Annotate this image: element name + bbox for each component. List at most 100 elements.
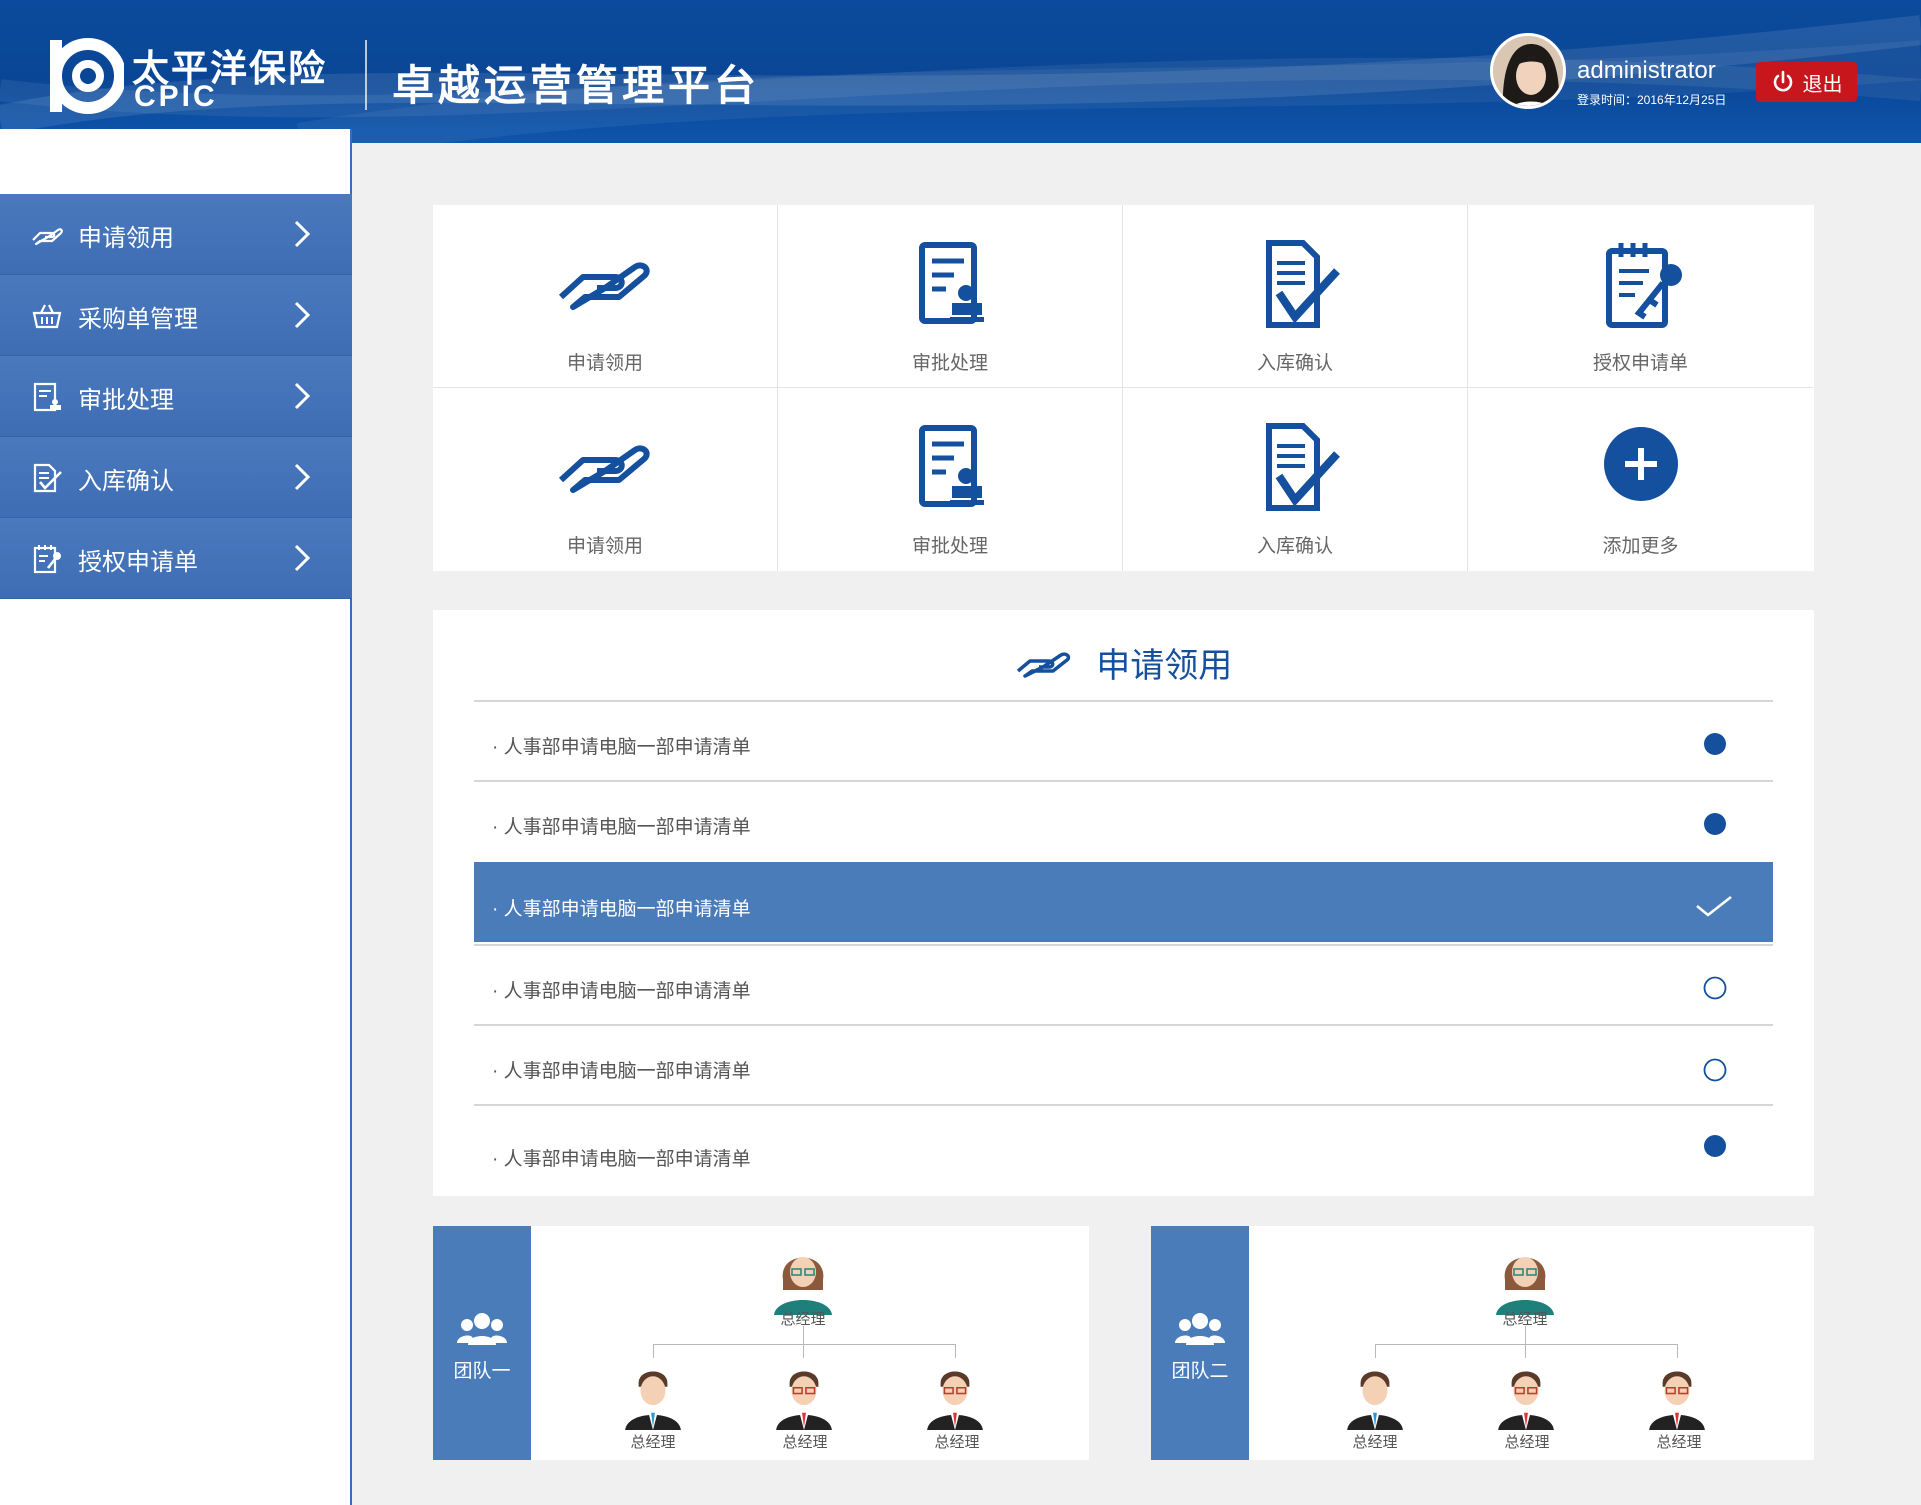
logout-button[interactable]: 退出 bbox=[1756, 62, 1857, 102]
quick-item-add-more[interactable]: 添加更多 bbox=[1468, 388, 1813, 571]
chevron-right-icon bbox=[294, 463, 311, 491]
list-item-selected[interactable]: · 人事部申请电脑一部申请清单 bbox=[474, 862, 1773, 942]
quick-item-label: 申请领用 bbox=[566, 536, 643, 557]
platform-title: 卓越运营管理平台 bbox=[392, 62, 761, 109]
approval-icon bbox=[919, 242, 984, 324]
quick-item-stock-in[interactable]: 入库确认 bbox=[1123, 205, 1468, 388]
chevron-right-icon bbox=[294, 382, 311, 410]
quick-item-apply-2[interactable]: 申请领用 bbox=[433, 388, 778, 571]
quick-item-approval[interactable]: 审批处理 bbox=[778, 205, 1123, 388]
hand-icon bbox=[1016, 651, 1070, 678]
org-connector bbox=[1525, 1326, 1526, 1344]
male-staff-avatar bbox=[776, 1371, 832, 1430]
list-item-text: · 人事部申请电脑一部申请清单 bbox=[492, 817, 751, 838]
chevron-right-icon bbox=[294, 220, 311, 248]
quick-item-approval-2[interactable]: 审批处理 bbox=[778, 388, 1123, 571]
org-connector bbox=[1677, 1344, 1678, 1358]
approval-icon bbox=[33, 382, 61, 412]
male-staff-avatar bbox=[927, 1371, 983, 1430]
staff-label: 总经理 bbox=[1656, 1434, 1702, 1451]
org-connector bbox=[1375, 1344, 1677, 1345]
checkmark-icon bbox=[1696, 895, 1732, 917]
status-empty-circle-icon bbox=[1703, 976, 1727, 1000]
list-item[interactable]: · 人事部申请电脑一部申请清单 bbox=[474, 780, 1773, 860]
hand-icon bbox=[558, 262, 650, 310]
staff-label: 总经理 bbox=[1504, 1434, 1550, 1451]
team-label-panel: 团队一 bbox=[433, 1226, 531, 1460]
list-title: 申请领用 bbox=[433, 638, 1814, 687]
sidebar-item-label: 入库确认 bbox=[78, 468, 174, 495]
status-filled-dot-icon bbox=[1704, 813, 1726, 835]
user-avatar[interactable] bbox=[1490, 33, 1566, 109]
team-card-2[interactable]: 团队二 总经理 总经理 总经理 总经理 bbox=[1151, 1226, 1814, 1460]
quick-item-label: 授权申请单 bbox=[1592, 353, 1688, 374]
list-title-label: 申请领用 bbox=[1096, 647, 1233, 685]
male-staff-avatar bbox=[1498, 1371, 1554, 1430]
hand-icon bbox=[32, 228, 63, 246]
sidebar-item-stock-in[interactable]: 入库确认 bbox=[0, 437, 352, 518]
female-manager-avatar bbox=[774, 1257, 832, 1315]
approval-icon bbox=[919, 425, 984, 507]
org-connector bbox=[803, 1326, 804, 1344]
notepad-key-icon bbox=[33, 545, 61, 574]
quick-access-grid: 申请领用 审批处理 入库确认 授权申请单 申请领用 审批处理 入库确认 添加更多 bbox=[433, 205, 1814, 571]
sidebar-item-purchase[interactable]: 采购单管理 bbox=[0, 275, 352, 356]
quick-item-label: 申请领用 bbox=[566, 353, 643, 374]
sidebar-item-label: 审批处理 bbox=[78, 387, 174, 414]
quick-item-label: 审批处理 bbox=[911, 536, 988, 557]
status-filled-dot-icon bbox=[1704, 1135, 1726, 1157]
sidebar-menu: 申请领用 采购单管理 审批处理 入库确认 授权申请单 bbox=[0, 194, 352, 599]
hand-icon bbox=[558, 445, 650, 493]
power-icon bbox=[1773, 70, 1792, 92]
list-item-text: · 人事部申请电脑一部申请清单 bbox=[492, 1061, 751, 1082]
quick-item-label: 入库确认 bbox=[1256, 353, 1333, 374]
quick-item-label: 入库确认 bbox=[1256, 536, 1333, 557]
login-time: 登录时间：2016年12月25日 bbox=[1577, 93, 1727, 107]
sidebar-item-label: 采购单管理 bbox=[78, 306, 198, 333]
female-manager-avatar bbox=[1496, 1257, 1554, 1315]
status-empty-circle-icon bbox=[1703, 1058, 1727, 1082]
org-connector bbox=[653, 1344, 955, 1345]
quick-item-stock-in-2[interactable]: 入库确认 bbox=[1123, 388, 1468, 571]
list-item[interactable]: · 人事部申请电脑一部申请清单 bbox=[474, 700, 1773, 780]
org-connector bbox=[1525, 1344, 1526, 1358]
list-item[interactable]: · 人事部申请电脑一部申请清单 bbox=[474, 1104, 1773, 1196]
sidebar-item-authorization[interactable]: 授权申请单 bbox=[0, 518, 352, 599]
male-staff-avatar bbox=[1347, 1371, 1403, 1430]
cpic-logo bbox=[50, 38, 124, 114]
document-check-icon bbox=[1266, 423, 1340, 511]
sidebar-item-label: 申请领用 bbox=[78, 225, 174, 252]
quick-item-authorization[interactable]: 授权申请单 bbox=[1468, 205, 1813, 388]
header-divider bbox=[365, 40, 367, 110]
male-staff-avatar bbox=[1649, 1371, 1705, 1430]
list-item-text: · 人事部申请电脑一部申请清单 bbox=[492, 899, 751, 920]
org-connector bbox=[955, 1344, 956, 1358]
quick-item-apply[interactable]: 申请领用 bbox=[433, 205, 778, 388]
header: 太平洋保险 CPIC 卓越运营管理平台 administrator 登录时间：2… bbox=[0, 0, 1921, 143]
list-item[interactable]: · 人事部申请电脑一部申请清单 bbox=[474, 1024, 1773, 1104]
chevron-right-icon bbox=[294, 301, 311, 329]
quick-item-label: 添加更多 bbox=[1602, 536, 1679, 557]
staff-label: 总经理 bbox=[630, 1434, 676, 1451]
notepad-key-icon bbox=[1605, 243, 1682, 328]
sidebar-item-approval[interactable]: 审批处理 bbox=[0, 356, 352, 437]
plus-circle-icon bbox=[1603, 427, 1678, 501]
team-name: 团队二 bbox=[1171, 1361, 1229, 1382]
team-label-panel: 团队二 bbox=[1151, 1226, 1249, 1460]
document-check-icon bbox=[1266, 240, 1340, 328]
list-item-text: · 人事部申请电脑一部申请清单 bbox=[492, 981, 751, 1002]
sidebar-item-apply[interactable]: 申请领用 bbox=[0, 194, 352, 275]
username: administrator bbox=[1577, 57, 1716, 84]
brand-name-en: CPIC bbox=[134, 80, 218, 113]
list-item[interactable]: · 人事部申请电脑一部申请清单 bbox=[474, 944, 1773, 1024]
male-staff-avatar bbox=[625, 1371, 681, 1430]
org-connector bbox=[803, 1344, 804, 1358]
staff-label: 总经理 bbox=[934, 1434, 980, 1451]
chevron-right-icon bbox=[294, 544, 311, 572]
basket-icon bbox=[32, 304, 62, 329]
org-connector bbox=[1375, 1344, 1376, 1358]
logout-label: 退出 bbox=[1802, 73, 1843, 96]
team-name: 团队一 bbox=[453, 1361, 511, 1382]
quick-item-label: 审批处理 bbox=[911, 353, 988, 374]
team-card-1[interactable]: 团队一 总经理 总经理 总经理 总经理 bbox=[433, 1226, 1089, 1460]
